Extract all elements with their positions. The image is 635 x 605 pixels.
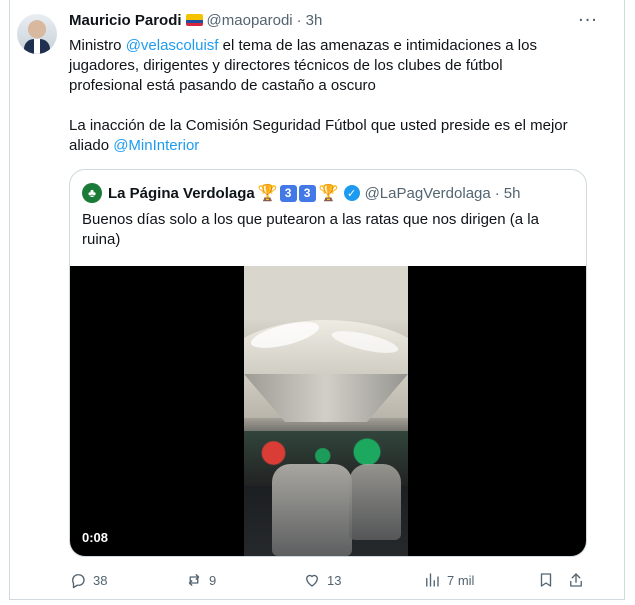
quoted-author-handle[interactable]: @LaPagVerdolaga <box>365 185 491 202</box>
bookmark-icon <box>540 573 552 587</box>
reply-icon <box>72 574 85 589</box>
tweet-content: Mauricio Parodi @maoparodi · 3h ... Mini… <box>69 5 599 589</box>
author-avatar[interactable] <box>17 14 57 54</box>
airplane-cabin-video-frame <box>244 266 408 556</box>
aircraft-seat <box>272 464 352 556</box>
video-duration: 0:08 <box>82 530 109 545</box>
reply-count: 38 <box>93 572 108 588</box>
ellipsis-icon[interactable]: ... <box>577 5 599 32</box>
video-player[interactable]: 0:08 <box>70 266 586 556</box>
views-button[interactable]: 7 mil <box>423 569 474 591</box>
analytics-icon <box>426 573 439 587</box>
colombia-flag-icon <box>185 14 203 26</box>
tweet-second-paragraph: La inacción de la Comisión Seguridad Fút… <box>69 116 569 156</box>
number-three-badge: 3 <box>279 184 297 202</box>
avatar-shirt <box>34 39 40 54</box>
repost-icon <box>188 574 200 586</box>
tweet-text-part-1: Ministro <box>69 37 126 54</box>
verified-check-icon: ✓ <box>343 185 360 201</box>
author-handle[interactable]: @maoparodi <box>207 12 293 29</box>
quoted-tweet-header: ♣ La Página Verdolaga 🏆 3 3 🏆 ✓ @LaPagVe… <box>82 182 520 204</box>
quoted-header-separator: · <box>494 184 500 202</box>
repost-count: 9 <box>209 572 217 588</box>
quoted-tweet-time[interactable]: 5h <box>504 185 521 202</box>
tweet-actions: 38 9 13 7 mil <box>69 569 589 591</box>
quoted-tweet-text: Buenos días solo a los que putearon a la… <box>82 211 539 248</box>
trophy-icon: 🏆 <box>257 185 278 202</box>
share-button[interactable] <box>567 569 585 591</box>
reply-button[interactable]: 38 <box>69 569 107 591</box>
views-count: 7 mil <box>447 572 475 588</box>
tweet-time[interactable]: 3h <box>306 12 323 29</box>
bookmark-button[interactable] <box>537 569 555 591</box>
tweet-text: Ministro @velascoluisf el tema de las am… <box>69 36 569 156</box>
like-button[interactable]: 13 <box>303 569 341 591</box>
like-count: 13 <box>327 572 342 588</box>
tweet-header: Mauricio Parodi @maoparodi · 3h <box>69 10 599 30</box>
mention-mininterior[interactable]: @MinInterior <box>113 137 199 154</box>
trophy-icon: 🏆 <box>318 185 339 202</box>
author-name[interactable]: Mauricio Parodi <box>69 12 182 29</box>
share-icon <box>570 573 582 587</box>
quoted-author-name[interactable]: La Página Verdolaga <box>108 185 255 202</box>
mention-velascoluisf[interactable]: @velascoluisf <box>126 37 219 54</box>
heart-icon <box>306 574 318 587</box>
repost-button[interactable]: 9 <box>185 569 216 591</box>
number-three-badge: 3 <box>298 184 316 202</box>
quoted-tweet[interactable]: ♣ La Página Verdolaga 🏆 3 3 🏆 ✓ @LaPagVe… <box>69 169 587 557</box>
quoted-author-avatar[interactable]: ♣ <box>82 183 102 203</box>
header-separator: · <box>296 11 302 29</box>
aircraft-seat <box>349 464 401 540</box>
